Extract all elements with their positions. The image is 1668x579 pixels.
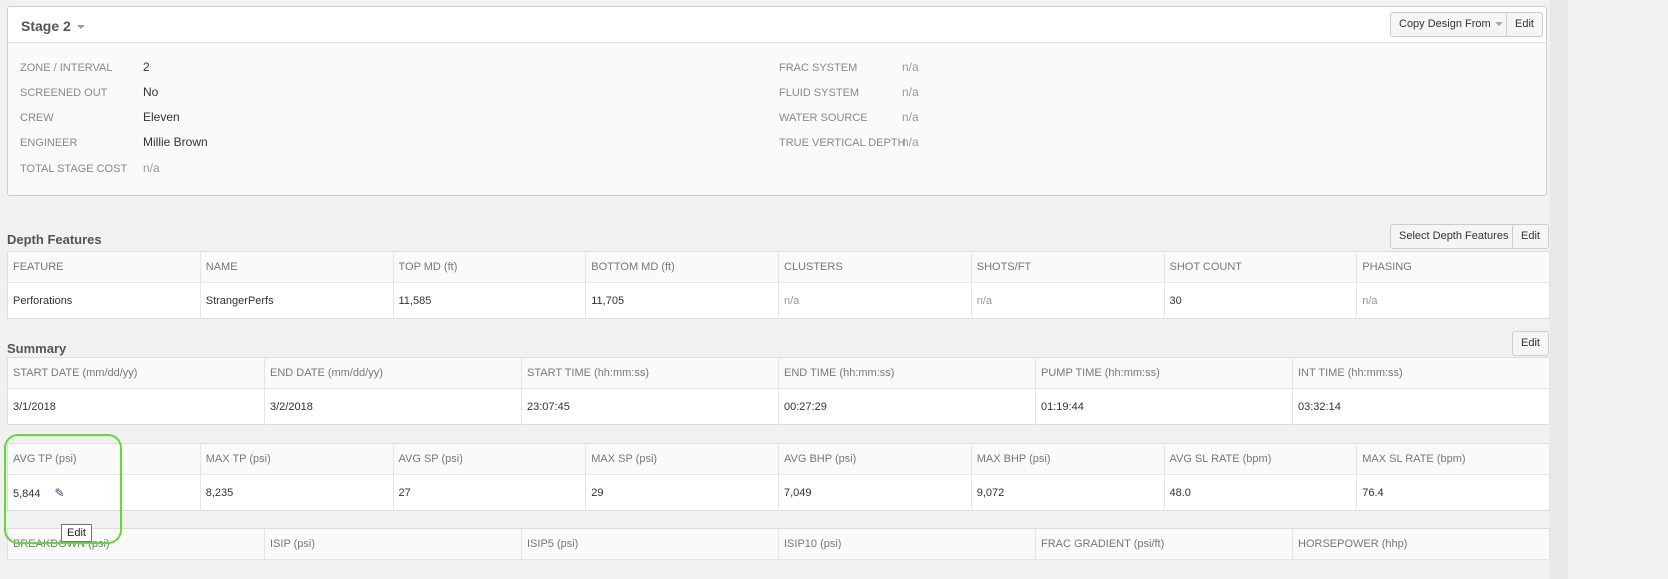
col-header: ISIP (psi) (264, 528, 522, 560)
stage-edit-button[interactable]: Edit (1506, 12, 1543, 37)
cell: 30 (1164, 282, 1358, 319)
cell: 03:32:14 (1292, 388, 1550, 425)
copy-design-from-button[interactable]: Copy Design From (1390, 12, 1512, 37)
col-header: MAX SL RATE (bpm) (1356, 443, 1550, 475)
col-header: SHOT COUNT (1164, 251, 1358, 283)
table-row: 3/1/2018 3/2/2018 23:07:45 00:27:29 01:19:44… (7, 388, 1550, 425)
field-label: ENGINEER (20, 137, 78, 149)
depth-features-title: Depth Features (7, 232, 102, 247)
table-row: Perforations StrangerPerfs 11,585 11,705 n/a… (7, 282, 1550, 319)
table-row: 5,844 ✎ 8,235 27 29 7,049 9,072 48.0 76.4 (7, 474, 1550, 511)
cell: n/a (1356, 282, 1550, 319)
cell: 3/2/2018 (264, 388, 522, 425)
summary-title: Summary (7, 341, 67, 356)
summary-times-table: START DATE (mm/dd/yy) END DATE (mm/dd/yy)… (7, 357, 1550, 425)
cell: 00:27:29 (778, 388, 1036, 425)
col-header: PHASING (1356, 251, 1550, 283)
col-header: ISIP5 (psi) (521, 528, 779, 560)
cell: 11,705 (585, 282, 779, 319)
field-value: n/a (902, 60, 919, 74)
cell: 3/1/2018 (7, 388, 265, 425)
col-header: END TIME (hh:mm:ss) (778, 357, 1036, 389)
cell: 7,049 (778, 474, 972, 511)
col-header: END DATE (mm/dd/yy) (264, 357, 522, 389)
depth-edit-button[interactable]: Edit (1512, 224, 1549, 249)
field-label: ZONE / INTERVAL (20, 62, 113, 74)
cell: 01:19:44 (1035, 388, 1293, 425)
cell-value: 5,844 (13, 487, 41, 500)
pencil-edit-icon[interactable]: ✎ (55, 486, 65, 500)
col-header: MAX BHP (psi) (971, 443, 1165, 475)
cell: 8,235 (200, 474, 394, 511)
col-header: BOTTOM MD (ft) (585, 251, 779, 283)
col-header: TOP MD (ft) (393, 251, 587, 283)
col-header: AVG TP (psi) (7, 443, 201, 475)
field-value: n/a (902, 135, 919, 149)
col-header: START TIME (hh:mm:ss) (521, 357, 779, 389)
cell: n/a (778, 282, 972, 319)
field-label: SCREENED OUT (20, 87, 108, 99)
table-header-row: BREAKDOWN (psi) ISIP (psi) ISIP5 (psi) ISIP… (7, 528, 1550, 560)
col-header: NAME (200, 251, 394, 283)
depth-features-table: FEATURE NAME TOP MD (ft) BOTTOM MD (ft) CLUS… (7, 251, 1550, 319)
col-header: ISIP10 (psi) (778, 528, 1036, 560)
cell: n/a (971, 282, 1165, 319)
cell-avg-tp: 5,844 ✎ (7, 474, 201, 511)
field-label: TRUE VERTICAL DEPTH (779, 137, 906, 149)
edit-tooltip: Edit (61, 524, 92, 542)
field-label: TOTAL STAGE COST (20, 163, 128, 175)
cell: Perforations (7, 282, 201, 319)
cell: 29 (585, 474, 779, 511)
col-header: MAX SP (psi) (585, 443, 779, 475)
table-header-row: FEATURE NAME TOP MD (ft) BOTTOM MD (ft) CLUS… (7, 251, 1550, 283)
col-header: INT TIME (hh:mm:ss) (1292, 357, 1550, 389)
col-header: HORSEPOWER (hhp) (1292, 528, 1550, 560)
col-header: FEATURE (7, 251, 201, 283)
stage-panel: Stage 2 Copy Design From Edit ZONE / INT… (7, 6, 1547, 196)
scrollbar[interactable] (1550, 0, 1568, 579)
col-header: CLUSTERS (778, 251, 972, 283)
caret-down-icon (76, 25, 85, 30)
summary-edit-button[interactable]: Edit (1512, 331, 1549, 356)
field-label: WATER SOURCE (779, 112, 868, 124)
stage-title: Stage 2 (21, 18, 71, 34)
summary-pressures-table: AVG TP (psi) MAX TP (psi) AVG SP (psi) MAX … (7, 443, 1550, 511)
cell: 76.4 (1356, 474, 1550, 511)
col-header: PUMP TIME (hh:mm:ss) (1035, 357, 1293, 389)
field-value: No (143, 85, 159, 99)
col-header: AVG SP (psi) (393, 443, 587, 475)
caret-down-icon (1494, 22, 1503, 27)
cell: 11,585 (393, 282, 587, 319)
col-header: SHOTS/FT (971, 251, 1165, 283)
col-header: FRAC GRADIENT (psi/ft) (1035, 528, 1293, 560)
cell: 23:07:45 (521, 388, 779, 425)
field-value: n/a (143, 161, 160, 175)
field-label: FRAC SYSTEM (779, 62, 858, 74)
cell: 9,072 (971, 474, 1165, 511)
cell: 27 (393, 474, 587, 511)
field-label: FLUID SYSTEM (779, 87, 860, 99)
col-header: MAX TP (psi) (200, 443, 394, 475)
copy-design-label: Copy Design From (1399, 18, 1491, 30)
table-header-row: AVG TP (psi) MAX TP (psi) AVG SP (psi) MAX … (7, 443, 1550, 475)
summary-isip-table: BREAKDOWN (psi) ISIP (psi) ISIP5 (psi) ISIP… (7, 528, 1550, 560)
field-value: 2 (143, 60, 150, 74)
field-value: n/a (902, 85, 919, 99)
col-header: START DATE (mm/dd/yy) (7, 357, 265, 389)
stage-header: Stage 2 Copy Design From Edit (8, 7, 1546, 43)
field-label: CREW (20, 112, 54, 124)
table-header-row: START DATE (mm/dd/yy) END DATE (mm/dd/yy)… (7, 357, 1550, 389)
col-header: AVG BHP (psi) (778, 443, 972, 475)
field-value: Eleven (143, 110, 180, 124)
field-value: Millie Brown (143, 135, 208, 149)
cell: 48.0 (1164, 474, 1358, 511)
col-header: BREAKDOWN (psi) (7, 528, 265, 560)
col-header: AVG SL RATE (bpm) (1164, 443, 1358, 475)
field-value: n/a (902, 110, 919, 124)
stage-selector[interactable]: Stage 2 (21, 18, 85, 34)
cell: StrangerPerfs (200, 282, 394, 319)
select-depth-features-button[interactable]: Select Depth Features (1390, 224, 1518, 249)
